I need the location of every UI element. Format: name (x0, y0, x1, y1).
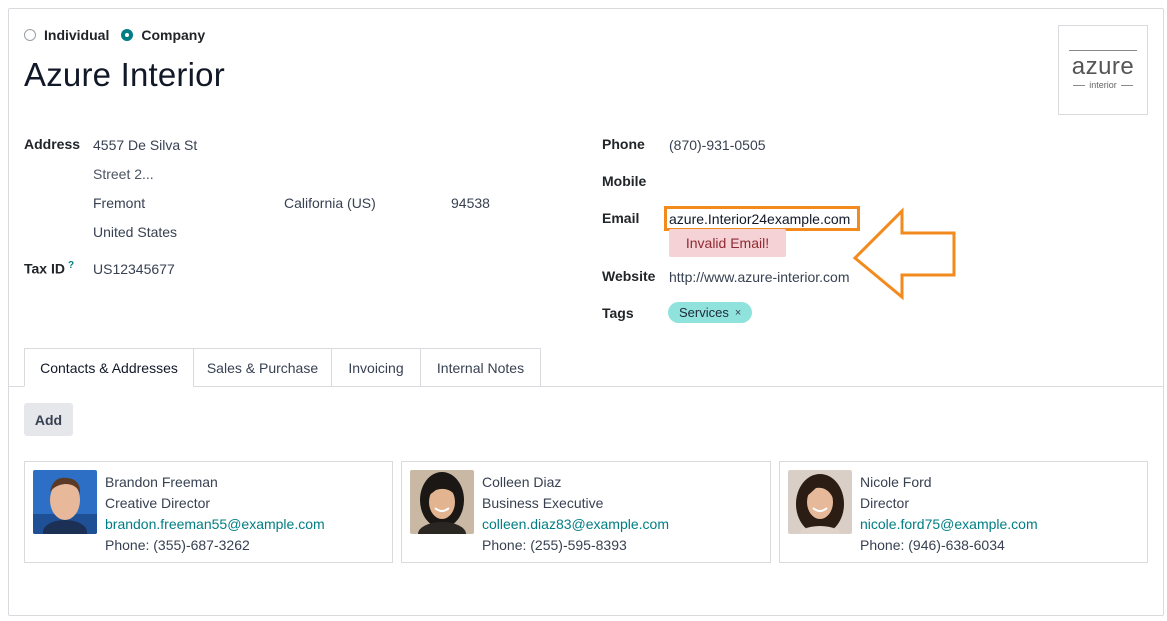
contact-phone: Phone: (255)-595-8393 (482, 537, 627, 553)
avatar (788, 470, 852, 534)
contact-info: Nicole Ford Director nicole.ford75@examp… (860, 472, 1038, 556)
add-contact-button[interactable]: Add (24, 403, 73, 436)
tag-label: Services (679, 305, 729, 320)
tax-id-label: Tax ID? (24, 260, 75, 277)
tab-invoicing[interactable]: Invoicing (331, 348, 421, 387)
logo-top-line (1069, 50, 1137, 51)
zip-field[interactable]: 94538 (451, 195, 490, 211)
contact-name: Brandon Freeman (105, 474, 218, 490)
company-type-selector: Individual Company (24, 27, 217, 43)
contact-phone: Phone: (355)-687-3262 (105, 537, 250, 553)
email-error-message: Invalid Email! (669, 229, 786, 257)
tag-services[interactable]: Services × (668, 302, 753, 323)
logo-wordmark: azure (1071, 53, 1135, 80)
phone-field[interactable]: (870)-931-0505 (669, 137, 766, 153)
contact-title: Director (860, 495, 910, 511)
email-field[interactable]: azure.Interior24example.com (669, 211, 850, 227)
city-field[interactable]: Fremont (93, 195, 145, 211)
contact-email-link[interactable]: colleen.diaz83@example.com (482, 514, 669, 535)
contact-card[interactable]: Brandon Freeman Creative Director brando… (24, 461, 393, 563)
contact-title: Creative Director (105, 495, 211, 511)
address-label: Address (24, 136, 81, 152)
street2-field[interactable]: Street 2... (93, 166, 154, 182)
tag-remove-icon[interactable]: × (735, 307, 741, 319)
avatar (410, 470, 474, 534)
contact-email-link[interactable]: brandon.freeman55@example.com (105, 514, 325, 535)
website-field[interactable]: http://www.azure-interior.com (669, 269, 850, 285)
country-field[interactable]: United States (93, 224, 177, 240)
contact-card[interactable]: Colleen Diaz Business Executive colleen.… (401, 461, 771, 563)
annotation-arrow-icon (852, 207, 956, 301)
help-tooltip-icon[interactable]: ? (68, 260, 74, 271)
logo-subtitle: interior (1069, 80, 1137, 90)
contact-name: Nicole Ford (860, 474, 932, 490)
state-field[interactable]: California (US) (284, 195, 376, 211)
radio-company-label[interactable]: Company (141, 27, 205, 43)
avatar (33, 470, 97, 534)
radio-individual-label[interactable]: Individual (44, 27, 109, 43)
phone-label: Phone (602, 136, 645, 152)
contact-info: Colleen Diaz Business Executive colleen.… (482, 472, 669, 556)
tab-sales-purchase[interactable]: Sales & Purchase (193, 348, 332, 387)
company-name-field[interactable]: Azure Interior (24, 56, 225, 94)
tab-contacts-addresses[interactable]: Contacts & Addresses (24, 348, 194, 387)
tab-internal-notes[interactable]: Internal Notes (420, 348, 541, 387)
website-label: Website (602, 268, 656, 284)
contact-phone: Phone: (946)-638-6034 (860, 537, 1005, 553)
contact-info: Brandon Freeman Creative Director brando… (105, 472, 325, 556)
tags-label: Tags (602, 305, 634, 321)
radio-individual[interactable] (24, 29, 36, 41)
email-label: Email (602, 210, 640, 226)
mobile-label: Mobile (602, 173, 647, 189)
contact-email-link[interactable]: nicole.ford75@example.com (860, 514, 1038, 535)
street-field[interactable]: 4557 De Silva St (93, 137, 197, 153)
radio-company[interactable] (121, 29, 134, 41)
contact-name: Colleen Diaz (482, 474, 562, 490)
contact-card[interactable]: Nicole Ford Director nicole.ford75@examp… (779, 461, 1148, 563)
mobile-field[interactable] (669, 173, 849, 191)
tax-id-field[interactable]: US12345677 (93, 261, 175, 277)
company-logo[interactable]: azure interior (1058, 25, 1148, 115)
contact-title: Business Executive (482, 495, 604, 511)
